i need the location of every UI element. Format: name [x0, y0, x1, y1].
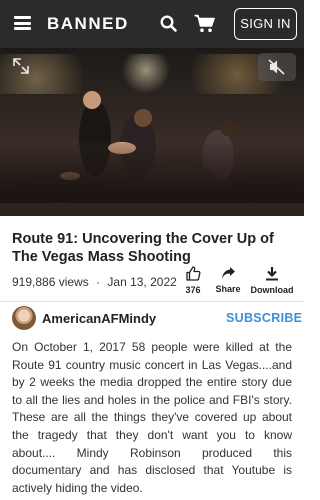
- meta-separator: ·: [96, 275, 101, 289]
- mute-icon: [268, 59, 285, 75]
- avatar[interactable]: [12, 306, 36, 330]
- thumbs-up-icon: [185, 266, 200, 281]
- video-meta: 919,886 views · Jan 13, 2022: [12, 275, 177, 289]
- video-player[interactable]: --:--: [0, 48, 304, 216]
- download-button[interactable]: Download: [250, 266, 294, 295]
- video-title: Route 91: Uncovering the Cover Up of The…: [12, 231, 274, 265]
- expand-icon[interactable]: [10, 55, 32, 77]
- video-description: On October 1, 2017 58 people were killed…: [12, 340, 292, 495]
- sign-in-button[interactable]: SIGN IN: [234, 8, 297, 40]
- subscribe-button[interactable]: SUBSCRIBE: [226, 311, 302, 325]
- download-icon: [266, 267, 278, 281]
- share-button[interactable]: Share: [212, 266, 244, 294]
- view-count: 919,886 views: [12, 275, 89, 289]
- upload-date: Jan 13, 2022: [107, 275, 177, 289]
- top-navbar: BANNED SIGN IN: [0, 0, 304, 48]
- hamburger-menu-icon[interactable]: [14, 16, 31, 30]
- like-button[interactable]: 376: [180, 266, 206, 295]
- cart-icon[interactable]: [194, 14, 215, 33]
- divider: [0, 301, 304, 302]
- like-count: 376: [185, 285, 201, 295]
- mute-button[interactable]: [258, 53, 296, 81]
- share-icon: [221, 267, 235, 279]
- search-icon[interactable]: [160, 15, 177, 32]
- channel-name[interactable]: AmericanAFMindy: [42, 311, 156, 326]
- site-logo[interactable]: BANNED: [47, 13, 129, 35]
- download-label: Download: [250, 285, 294, 295]
- video-crowd-layer: [0, 143, 304, 203]
- share-label: Share: [215, 284, 241, 294]
